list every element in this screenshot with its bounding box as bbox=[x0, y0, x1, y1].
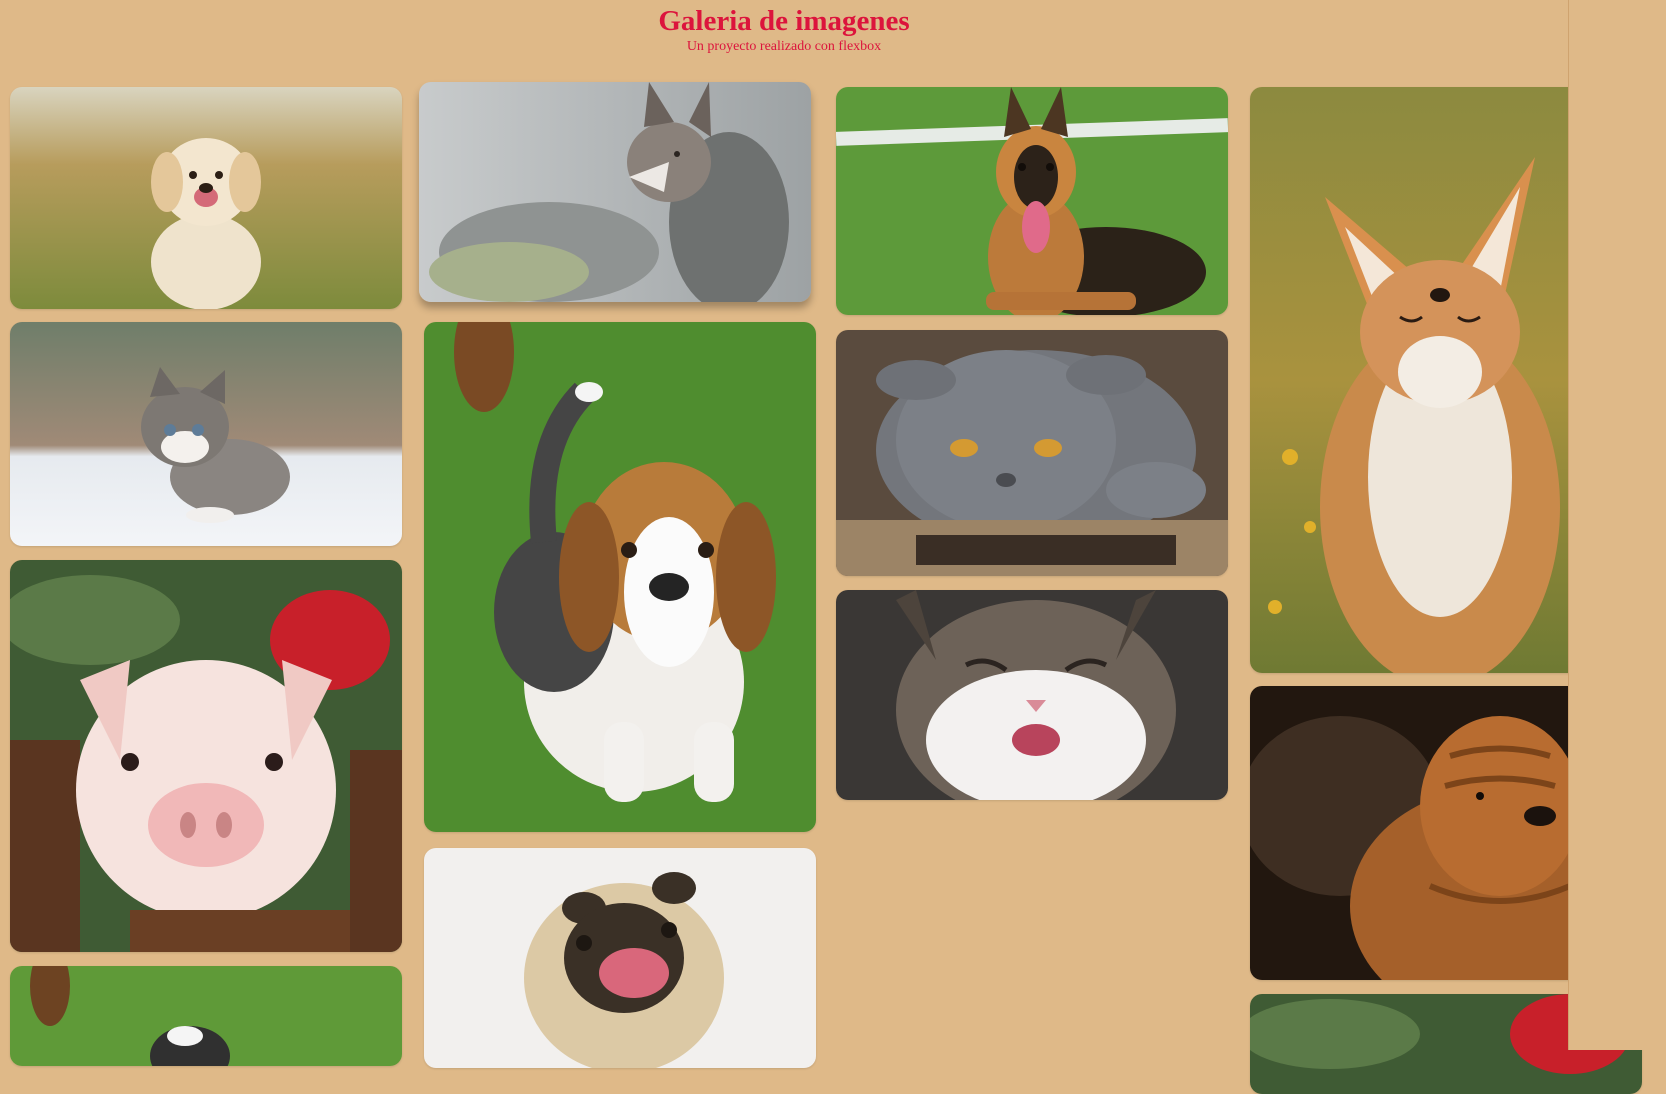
page-title: Galeria de imagenes bbox=[658, 5, 910, 37]
scrollbar-track bbox=[1568, 0, 1569, 1050]
gallery-image-grey-cat[interactable] bbox=[836, 330, 1228, 576]
gallery-image-laughing-cat[interactable] bbox=[836, 590, 1228, 800]
page-subtitle: Un proyecto realizado con flexbox bbox=[686, 39, 882, 54]
gallery-image-golden-puppy[interactable] bbox=[10, 87, 402, 309]
scrollbar-area bbox=[1568, 0, 1666, 1050]
gallery-image-beagle-puppy-repeat[interactable] bbox=[10, 966, 402, 1066]
gallery-image-beagle-puppy[interactable] bbox=[424, 322, 816, 832]
gallery-image-grey-fox[interactable] bbox=[419, 82, 811, 302]
gallery-image-kitten[interactable] bbox=[10, 322, 402, 546]
gallery-image-german-shepherd[interactable] bbox=[836, 87, 1228, 315]
page-header: Galeria de imagenes Un proyecto realizad… bbox=[0, 0, 1568, 55]
gallery-image-pug[interactable] bbox=[424, 848, 816, 1068]
gallery-image-piglet[interactable] bbox=[10, 560, 402, 952]
